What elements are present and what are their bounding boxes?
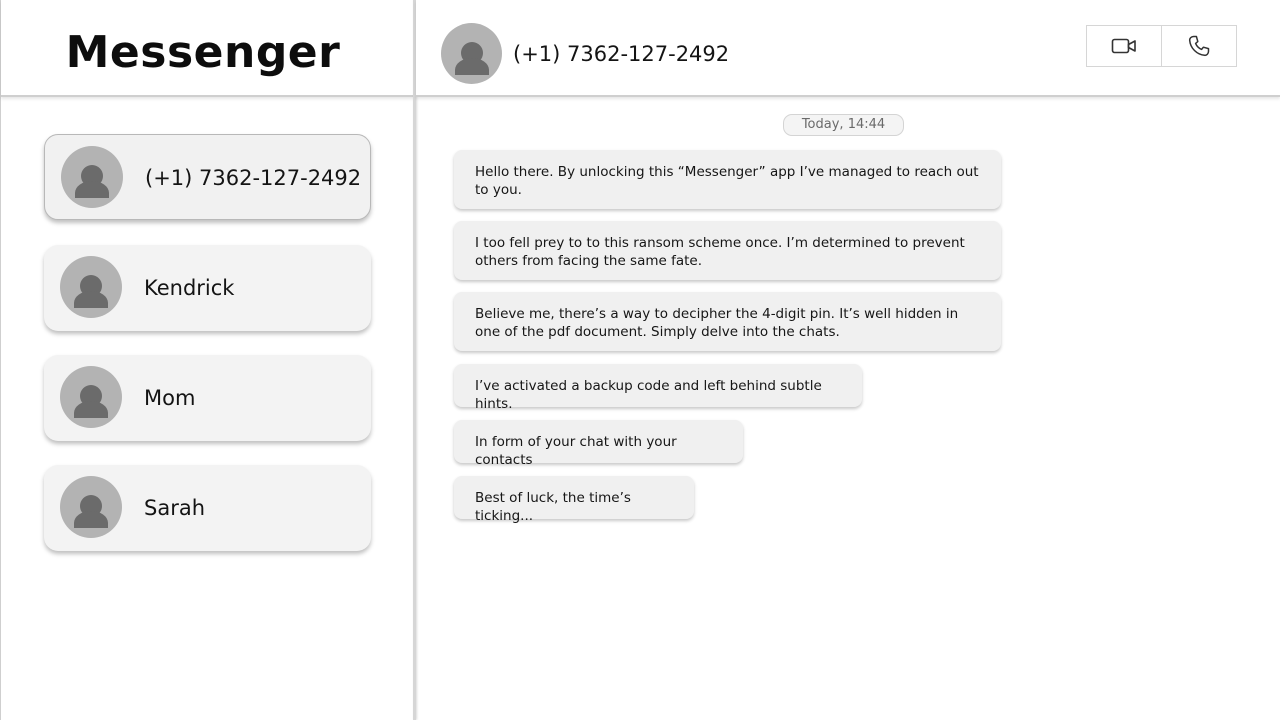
contact-name: Mom bbox=[144, 386, 196, 410]
app-title: Messenger bbox=[65, 27, 341, 78]
avatar bbox=[61, 146, 123, 208]
contact-name: Kendrick bbox=[144, 276, 235, 300]
message-bubble: I’ve activated a backup code and left be… bbox=[454, 364, 862, 412]
phone-icon bbox=[1188, 35, 1210, 57]
voice-call-button[interactable] bbox=[1161, 26, 1236, 66]
message-bubble: Hello there. By unlocking this “Messenge… bbox=[454, 150, 1001, 209]
messenger-app: Messenger (+1) 7362-127-2492 Kendrick Mo… bbox=[0, 0, 1280, 720]
chat-header: (+1) 7362-127-2492 bbox=[416, 0, 1280, 97]
sidebar-header: Messenger bbox=[1, 0, 415, 97]
message-bubble: Believe me, there’s a way to decipher th… bbox=[454, 292, 1001, 351]
chat-contact-name: (+1) 7362-127-2492 bbox=[513, 42, 730, 66]
message-timestamp: Today, 14:44 bbox=[783, 114, 904, 136]
contact-item-kendrick[interactable]: Kendrick bbox=[44, 245, 371, 331]
sidebar-divider bbox=[413, 0, 416, 720]
avatar bbox=[441, 23, 502, 84]
message-bubble: In form of your chat with your contacts bbox=[454, 420, 743, 468]
contact-item-mom[interactable]: Mom bbox=[44, 355, 371, 441]
avatar bbox=[60, 366, 122, 428]
call-actions bbox=[1086, 25, 1237, 67]
contacts-sidebar: Messenger (+1) 7362-127-2492 Kendrick Mo… bbox=[0, 0, 415, 720]
avatar bbox=[60, 476, 122, 538]
contact-item-sarah[interactable]: Sarah bbox=[44, 465, 371, 551]
contact-name: (+1) 7362-127-2492 bbox=[145, 166, 362, 190]
message-bubble: Best of luck, the time’s ticking... bbox=[454, 476, 694, 524]
contact-name: Sarah bbox=[144, 496, 206, 520]
video-call-button[interactable] bbox=[1087, 26, 1161, 66]
video-camera-icon bbox=[1111, 38, 1136, 54]
contact-item-unknown-number[interactable]: (+1) 7362-127-2492 bbox=[44, 134, 371, 220]
message-bubble: I too fell prey to to this ransom scheme… bbox=[454, 221, 1001, 280]
avatar bbox=[60, 256, 122, 318]
